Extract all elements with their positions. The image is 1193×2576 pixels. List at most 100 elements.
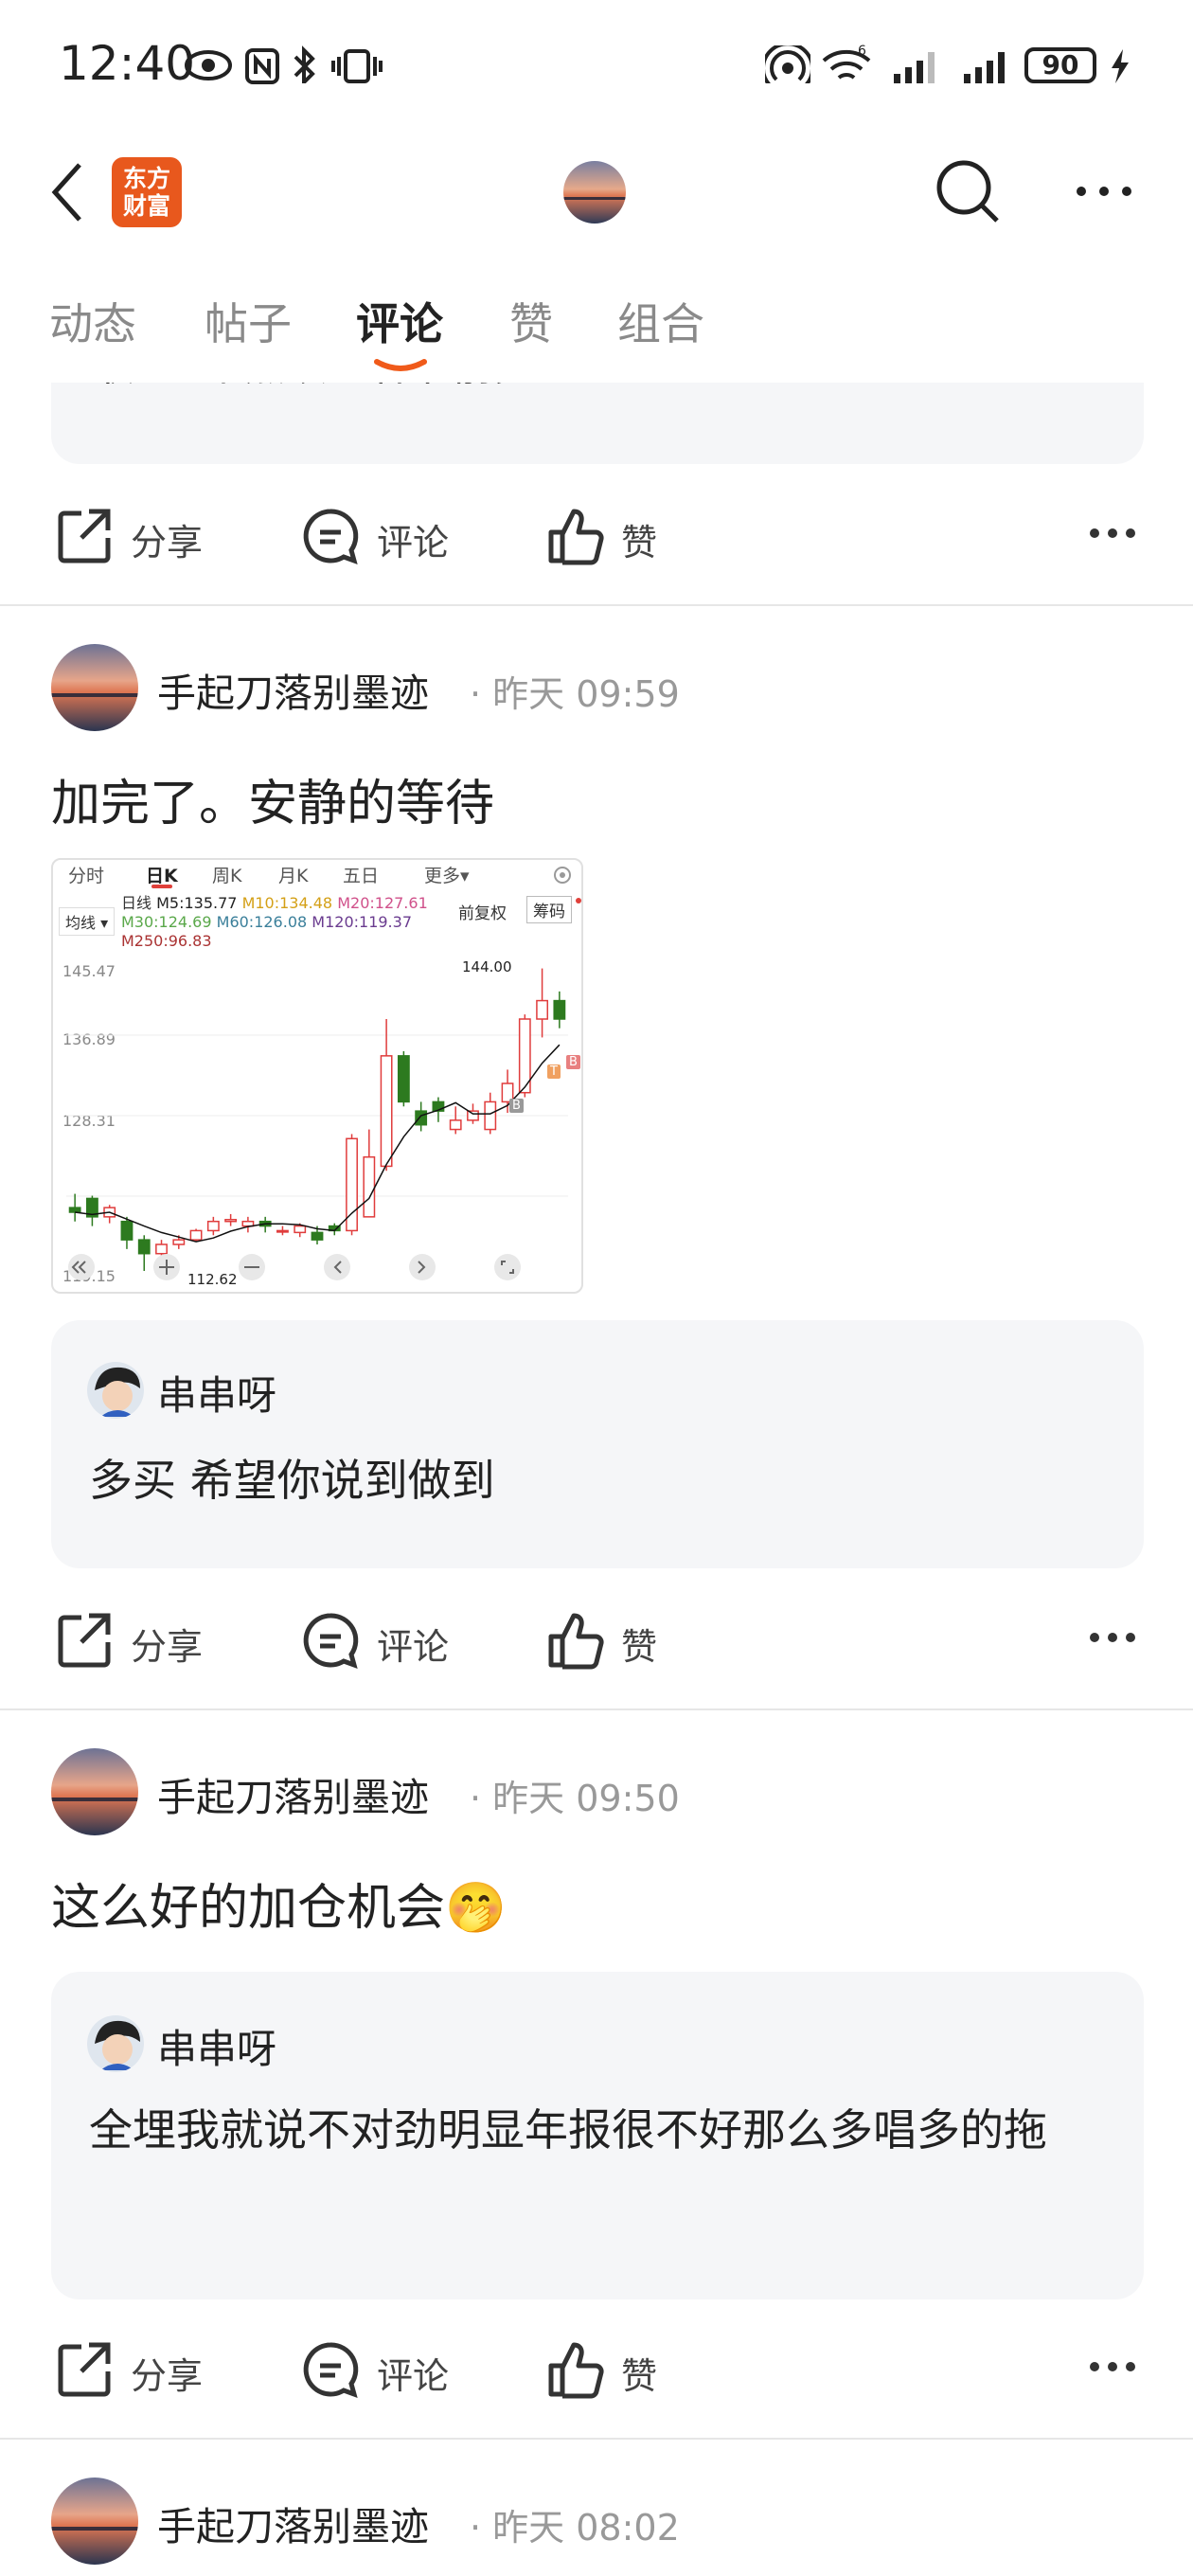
sunset-avatar-image xyxy=(51,1748,138,1835)
post-text: 加完了。安静的等待 xyxy=(51,776,495,832)
tab-likes-label[interactable]: 赞 xyxy=(509,290,553,352)
reply-avatar xyxy=(87,1362,144,1419)
battery-level: 90 xyxy=(1042,49,1079,80)
comment-label[interactable]: 评论 xyxy=(377,2347,449,2399)
action-bar: 分享 评论 赞 xyxy=(0,500,1193,572)
candle-body-14 xyxy=(294,1225,307,1234)
bluetooth-icon xyxy=(294,45,315,83)
post-text: 这么好的加仓机会🤭 xyxy=(51,1880,507,1937)
candle-body-25 xyxy=(484,1100,497,1131)
candle-body-7 xyxy=(172,1239,186,1245)
tab-dynamic-label[interactable]: 动态 xyxy=(49,290,136,352)
share-icon[interactable] xyxy=(55,1610,114,1669)
signal-icon-1 xyxy=(894,52,935,83)
nfc-icon xyxy=(245,48,279,84)
candle-body-19 xyxy=(380,1055,393,1168)
share-icon[interactable] xyxy=(55,506,114,564)
charging-icon xyxy=(1112,49,1129,83)
share-label[interactable]: 分享 xyxy=(131,513,203,565)
comment-icon[interactable] xyxy=(301,1612,360,1671)
like-label[interactable]: 赞 xyxy=(621,513,657,565)
post-divider xyxy=(0,604,1193,606)
candle-body-4 xyxy=(120,1220,134,1241)
user-avatar[interactable] xyxy=(51,2478,138,2565)
tab-portfolio-label[interactable]: 组合 xyxy=(617,290,704,352)
cartoon-avatar-image xyxy=(87,1362,144,1419)
post-more-icon[interactable] xyxy=(1089,1631,1136,1644)
status-time: 12:40 xyxy=(59,36,196,91)
user-avatar[interactable] xyxy=(51,644,138,731)
cartoon-avatar-image xyxy=(87,2015,144,2072)
candle-body-8 xyxy=(189,1229,203,1241)
post-time: · 昨天 09:50 xyxy=(470,1778,680,1819)
candle-body-20 xyxy=(397,1055,410,1103)
like-label[interactable]: 赞 xyxy=(621,2347,657,2399)
candle-body-13 xyxy=(276,1229,289,1233)
action-bar: 分享 评论 赞 xyxy=(0,2334,1193,2406)
comment-icon[interactable] xyxy=(301,2341,360,2400)
like-icon[interactable] xyxy=(545,506,606,566)
ma5-line xyxy=(75,1044,561,1243)
reply-card[interactable]: 串串呀 多买 希望你说到做到 xyxy=(51,1320,1144,1568)
eye-icon xyxy=(185,50,232,80)
vibrate-icon xyxy=(331,49,383,83)
candle-body-21 xyxy=(415,1110,428,1126)
user-avatar[interactable] xyxy=(51,1748,138,1835)
reply-username[interactable]: 串串呀 xyxy=(157,1364,276,1422)
candle-body-1 xyxy=(68,1207,81,1213)
comment-label[interactable]: 评论 xyxy=(377,1618,449,1670)
candle-body-28 xyxy=(536,999,549,1020)
post-time: · 昨天 09:59 xyxy=(470,673,680,715)
reply-username[interactable]: 串串呀 xyxy=(157,2017,276,2075)
battery-icon: 90 xyxy=(1024,47,1096,83)
post-divider xyxy=(0,1708,1193,1710)
marker-t: T xyxy=(547,1064,561,1079)
post-username[interactable]: 手起刀落别墨迹 xyxy=(157,2495,429,2551)
action-bar: 分享 评论 赞 xyxy=(0,1604,1193,1676)
share-icon[interactable] xyxy=(55,2339,114,2398)
candlestick-plot xyxy=(66,968,568,1271)
tab-comments-label[interactable]: 评论 xyxy=(356,290,443,352)
candle-body-24 xyxy=(467,1110,479,1121)
sunset-avatar-image xyxy=(563,161,626,224)
post-more-icon[interactable] xyxy=(1089,527,1136,540)
share-label[interactable]: 分享 xyxy=(131,1618,203,1670)
comment-icon[interactable] xyxy=(301,508,360,566)
signal-icon-2 xyxy=(964,52,1005,83)
candle-body-15 xyxy=(311,1231,324,1241)
search-icon[interactable] xyxy=(934,157,1002,225)
marker-b-gray: B xyxy=(509,1099,524,1113)
reply-text: 多买 希望你说到做到 xyxy=(89,1455,495,1506)
candle-body-10 xyxy=(224,1219,238,1223)
candle-body-29 xyxy=(553,999,566,1020)
chart-controls xyxy=(68,1254,521,1280)
reply-card[interactable]: 串串呀 全埋我就说不对劲明显年报很不好那么多唱多的拖 xyxy=(51,1972,1144,2299)
candle-body-18 xyxy=(363,1155,376,1218)
more-icon[interactable] xyxy=(1074,182,1134,201)
post-username[interactable]: 手起刀落别墨迹 xyxy=(157,1765,429,1822)
tab-active-indicator-overlay xyxy=(374,359,427,371)
sunset-avatar-image xyxy=(51,644,138,731)
tab-bar-overlay: 动态 帖子 评论 赞 组合 xyxy=(0,284,1193,371)
wifi-icon: 6 xyxy=(822,44,871,80)
like-icon[interactable] xyxy=(545,1610,606,1671)
back-icon[interactable] xyxy=(49,161,87,224)
like-label[interactable]: 赞 xyxy=(621,1618,657,1670)
hotspot-icon xyxy=(765,45,810,83)
post-divider xyxy=(0,2438,1193,2440)
header-avatar[interactable] xyxy=(563,161,626,224)
candle-body-23 xyxy=(449,1119,462,1131)
post-username[interactable]: 手起刀落别墨迹 xyxy=(157,661,429,718)
reply-text: 全埋我就说不对劲明显年报很不好那么多唱多的拖 xyxy=(89,2104,1047,2156)
sunset-avatar-image xyxy=(51,2478,138,2565)
tab-posts-label[interactable]: 帖子 xyxy=(205,290,292,352)
post-time: · 昨天 08:02 xyxy=(470,2507,680,2549)
marker-b-red: B xyxy=(566,1055,580,1069)
share-label[interactable]: 分享 xyxy=(131,2347,203,2399)
candle-body-9 xyxy=(206,1220,220,1232)
reply-avatar xyxy=(87,2015,144,2072)
post-more-icon[interactable] xyxy=(1089,2360,1136,2373)
stock-chart-image[interactable]: 分时 日K 周K 月K 五日 更多▾ 均线 ▾ 日线 M5:135.77 M10… xyxy=(51,858,583,1294)
comment-label[interactable]: 评论 xyxy=(377,513,449,565)
like-icon[interactable] xyxy=(545,2339,606,2400)
